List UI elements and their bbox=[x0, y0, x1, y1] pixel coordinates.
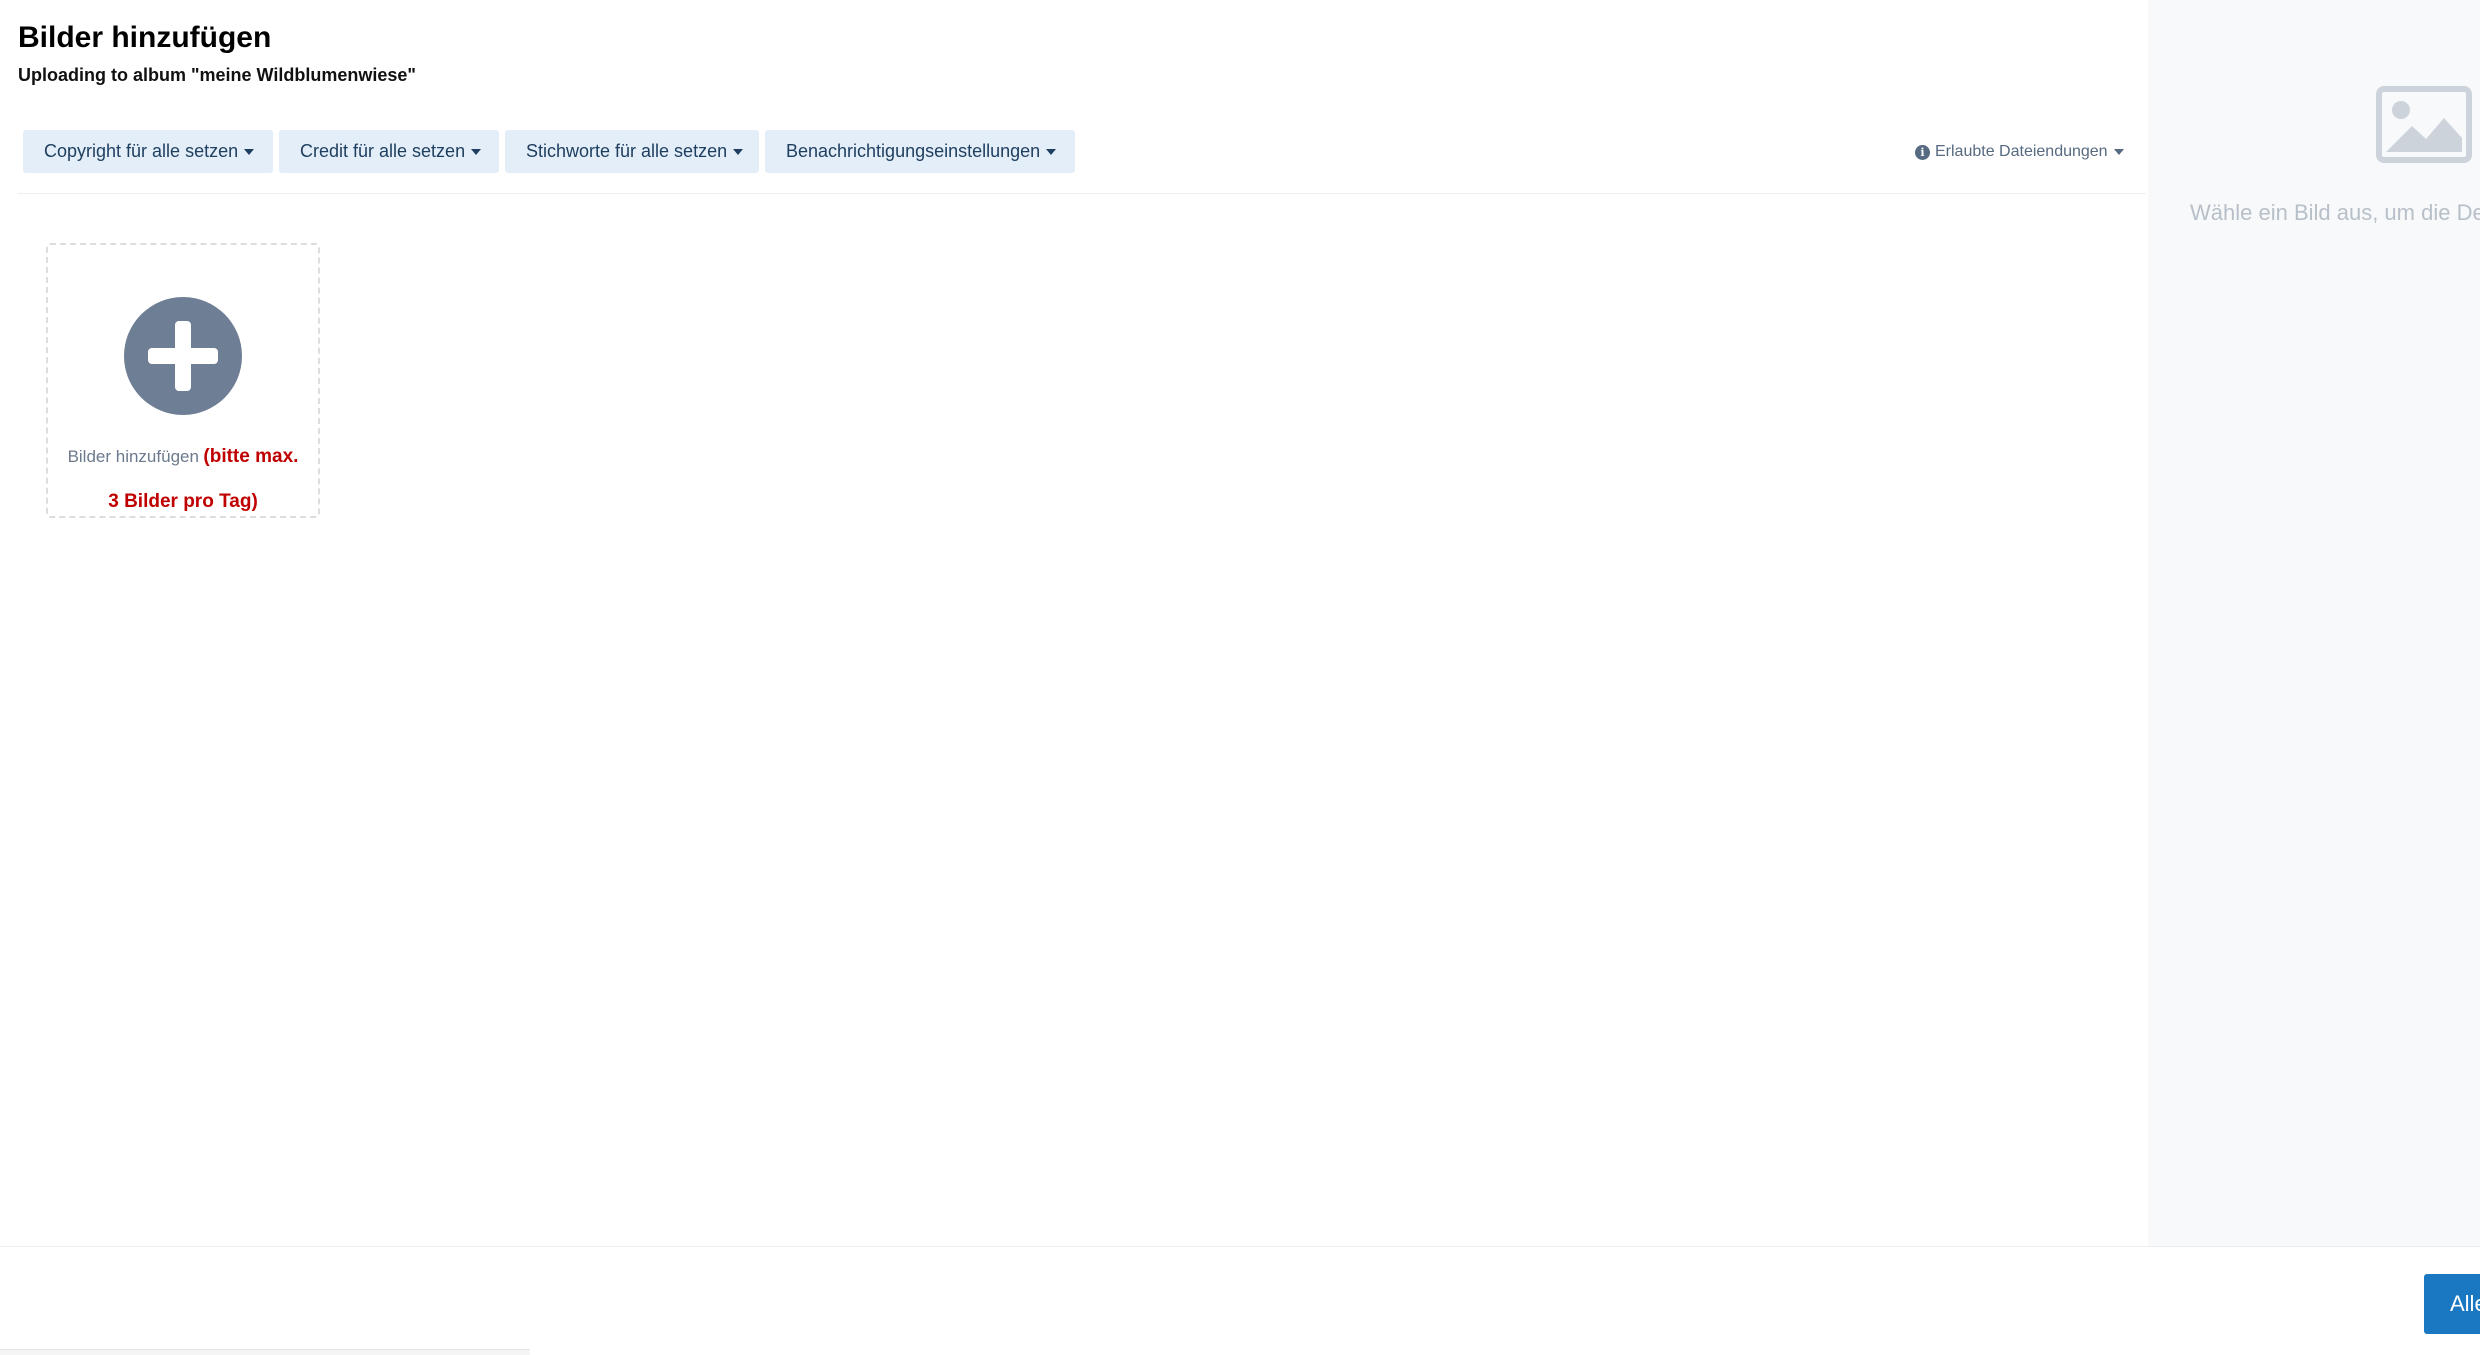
keywords-for-all-button[interactable]: Stichworte für alle setzen bbox=[505, 130, 759, 173]
allowed-extensions-label: Erlaubte Dateiendungen bbox=[1935, 143, 2108, 160]
toolbar-divider bbox=[18, 193, 2146, 194]
upload-page: Bilder hinzufügen Uploading to album "me… bbox=[0, 0, 2480, 1355]
bulk-actions-toolbar: Copyright für alle setzen Credit für all… bbox=[23, 130, 1075, 173]
dropzone-label: Bilder hinzufügen bbox=[67, 447, 199, 466]
footer-divider bbox=[0, 1246, 2480, 1247]
notification-settings-label: Benachrichtigungseinstellungen bbox=[786, 141, 1041, 161]
upload-limit-warning-1: (bitte max. bbox=[203, 446, 299, 467]
image-icon bbox=[2376, 86, 2472, 163]
info-circle-icon: i bbox=[1915, 144, 1930, 160]
keywords-for-all-label: Stichworte für alle setzen bbox=[526, 141, 728, 161]
bottom-status-bar bbox=[0, 1349, 530, 1355]
page-header: Bilder hinzufügen Uploading to album "me… bbox=[18, 20, 416, 86]
dropzone-text: Bilder hinzufügen (bitte max. 3 Bilder p… bbox=[48, 435, 318, 525]
caret-down-icon bbox=[471, 148, 482, 155]
allowed-extensions-toggle[interactable]: i Erlaubte Dateiendungen bbox=[1915, 143, 2124, 161]
credit-for-all-button[interactable]: Credit für alle setzen bbox=[279, 130, 499, 173]
page-title: Bilder hinzufügen bbox=[18, 21, 272, 54]
copyright-for-all-button[interactable]: Copyright für alle setzen bbox=[23, 130, 273, 173]
notification-settings-button[interactable]: Benachrichtigungseinstellungen bbox=[765, 130, 1075, 173]
copyright-for-all-label: Copyright für alle setzen bbox=[44, 141, 239, 161]
add-images-dropzone[interactable]: Bilder hinzufügen (bitte max. 3 Bilder p… bbox=[46, 243, 320, 518]
select-image-hint: Wähle ein Bild aus, um die Details zu be… bbox=[2190, 200, 2480, 225]
credit-for-all-label: Credit für alle setzen bbox=[300, 141, 466, 161]
page-subtitle: Uploading to album "meine Wildblumenwies… bbox=[18, 65, 416, 85]
upload-all-button[interactable]: Alle hochladen bbox=[2424, 1274, 2480, 1334]
upload-limit-warning-2: 3 Bilder pro Tag) bbox=[108, 491, 258, 512]
caret-down-icon bbox=[244, 148, 255, 155]
caret-down-icon bbox=[733, 148, 744, 155]
image-details-panel: Wähle ein Bild aus, um die Details zu be… bbox=[2148, 0, 2480, 1246]
caret-down-icon bbox=[2113, 149, 2124, 155]
plus-circle-icon bbox=[124, 297, 242, 415]
caret-down-icon bbox=[1046, 148, 1057, 155]
